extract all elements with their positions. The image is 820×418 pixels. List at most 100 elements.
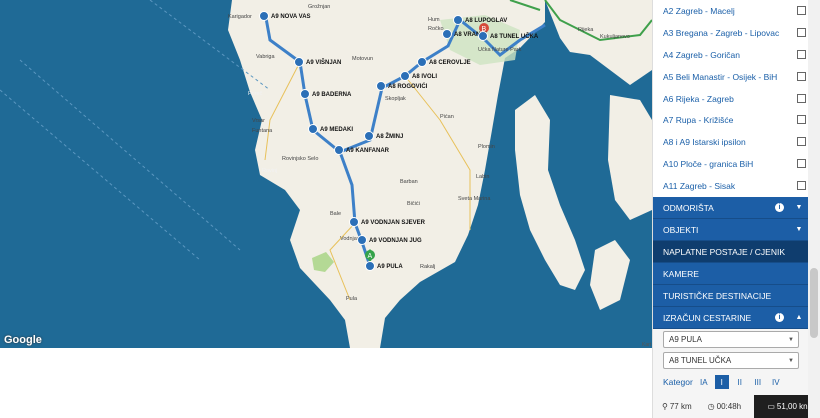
toll-pin-icon[interactable] [364,131,374,141]
map-canvas[interactable]: Karigador Grožnjan Hum Ročko Vabriga Mot… [0,0,652,348]
category-iv-button[interactable]: IV [769,375,783,389]
duration-value: 00:48h [716,402,742,411]
toll-pin-icon[interactable] [300,89,310,99]
highway-item[interactable]: A2 Zagreb - Macelj [653,0,809,23]
highway-label: A5 Beli Manastir - Osijek - BiH [663,71,778,82]
section-kamere[interactable]: KAMERE [653,263,809,285]
place-label: Rovinj [262,168,277,174]
category-iii-button[interactable]: III [751,375,765,389]
toll-pin-label: A9 PULA [377,264,403,270]
place-label: Učka Nature Park [478,47,522,53]
place-label: Labin [476,174,489,180]
highway-checkbox[interactable] [797,94,806,104]
place-label: Funtana [252,128,273,134]
info-icon[interactable]: i [775,203,784,212]
place-label: Ročko [428,26,444,32]
place-label: Grožnjan [308,4,330,10]
section-label: IZRAČUN CESTARINE [663,312,752,323]
section-label: ODMORIŠTA [663,202,714,213]
toll-pin-icon[interactable] [376,81,386,91]
side-panel: A2 Zagreb - Macelj A3 Bregana - Zagreb -… [652,0,820,418]
distance-value: 77 km [669,402,692,411]
place-label: Skopljak [385,96,406,102]
chevron-down-icon: ▼ [788,336,794,343]
highway-checkbox[interactable] [797,181,806,191]
toll-pin-icon[interactable] [400,71,410,81]
section-label: KAMERE [663,268,699,279]
toll-pin-icon[interactable] [453,15,463,25]
section-turisticke[interactable]: TURISTIČKE DESTINACIJE [653,285,809,307]
highway-checkbox[interactable] [797,50,806,60]
to-select-value: A8 TUNEL UČKA [669,356,732,365]
highway-item[interactable]: A3 Bregana - Zagreb - Lipovac [653,22,809,45]
toll-pin-label: A9 VODNJAN SJEVER [361,220,426,226]
place-label: Barban [400,179,418,185]
chevron-down-icon: ▼ [788,357,794,364]
from-select-value: A9 PULA [669,335,702,344]
section-izracun[interactable]: IZRAČUN CESTARINE i ▲ [653,307,809,329]
place-label: Rijeka [578,27,594,33]
highway-checkbox[interactable] [797,28,806,38]
toll-pin-label: A8 TUNEL UČKA [490,33,539,40]
chevron-down-icon: ▼ [795,204,803,211]
highway-item[interactable]: A5 Beli Manastir - Osijek - BiH [653,66,809,89]
toll-pin-icon[interactable] [259,11,269,21]
toll-pin-icon[interactable] [365,261,375,271]
distance-stat: ⚲ 77 km [662,402,692,411]
place-label: Hum [428,17,440,23]
place-label: Poreč [248,91,263,97]
place-label: Pula [346,296,358,302]
highway-item[interactable]: A8 i A9 Istarski ipsilon [653,131,809,154]
highway-item[interactable]: A10 Ploče - granica BiH [653,153,809,176]
section-objekti[interactable]: OBJEKTI ▼ [653,219,809,241]
toll-pin-icon[interactable] [334,145,344,155]
place-label: Plomin [478,144,495,150]
toll-pin-icon[interactable] [349,217,359,227]
highway-checkbox[interactable] [797,115,806,125]
money-icon: ▭ [767,402,775,411]
toll-pin-label: A8 CEROVLJE [429,60,471,66]
category-ia-button[interactable]: IA [697,375,711,389]
place-label: Vabriga [256,54,275,60]
toll-pin-label: A8 LUPOGLAV [465,18,507,24]
category-selector: Kategor IA I II III IV [663,375,783,389]
category-i-button[interactable]: I [714,375,729,389]
toll-pin-icon[interactable] [308,124,318,134]
from-select[interactable]: A9 PULA ▼ [663,331,799,348]
toll-pin-icon[interactable] [357,235,367,245]
highway-checkbox[interactable] [797,159,806,169]
to-select[interactable]: A8 TUNEL UČKA ▼ [663,352,799,369]
location-pin-icon: ⚲ [662,402,668,411]
toll-pin-icon[interactable] [442,29,452,39]
google-logo: Google [4,334,42,346]
highway-checkbox[interactable] [797,137,806,147]
toll-pin-label: A9 VIŠNJAN [306,58,341,66]
scrollbar[interactable] [808,0,820,418]
highway-checkbox[interactable] [797,6,806,16]
info-icon[interactable]: i [775,313,784,322]
category-ii-button[interactable]: II [733,375,747,389]
highway-item[interactable]: A11 Zagreb - Sisak [653,175,809,198]
highway-label: A3 Bregana - Zagreb - Lipovac [663,27,780,38]
highway-label: A10 Ploče - granica BiH [663,158,754,169]
toll-pin-icon[interactable] [294,57,304,67]
highway-item[interactable]: A4 Zagreb - Goričan [653,44,809,67]
section-naplatne[interactable]: NAPLATNE POSTAJE / CJENIK [653,241,809,263]
svg-text:A: A [368,253,373,260]
place-label: Pićan [440,114,454,120]
highway-label: A4 Zagreb - Goričan [663,49,741,60]
highway-label: A11 Zagreb - Sisak [663,180,736,191]
toll-pin-icon[interactable] [417,57,427,67]
highway-checkbox[interactable] [797,72,806,82]
section-odmorista[interactable]: ODMORIŠTA i ▼ [653,197,809,219]
toll-pin-icon[interactable] [478,31,488,41]
map-view[interactable]: Karigador Grožnjan Hum Ročko Vabriga Mot… [0,0,652,348]
highway-item[interactable]: A6 Rijeka - Zagreb [653,88,809,111]
place-label: Sveta Marina [458,196,491,202]
scrollbar-thumb[interactable] [810,268,818,338]
highway-label: A7 Rupa - Križišće [663,114,734,125]
toll-pin-label: A9 KANFANAR [346,148,390,154]
highway-label: A2 Zagreb - Macelj [663,5,735,16]
highway-item[interactable]: A7 Rupa - Križišće [653,109,809,132]
place-label: Vrsar [252,118,265,124]
